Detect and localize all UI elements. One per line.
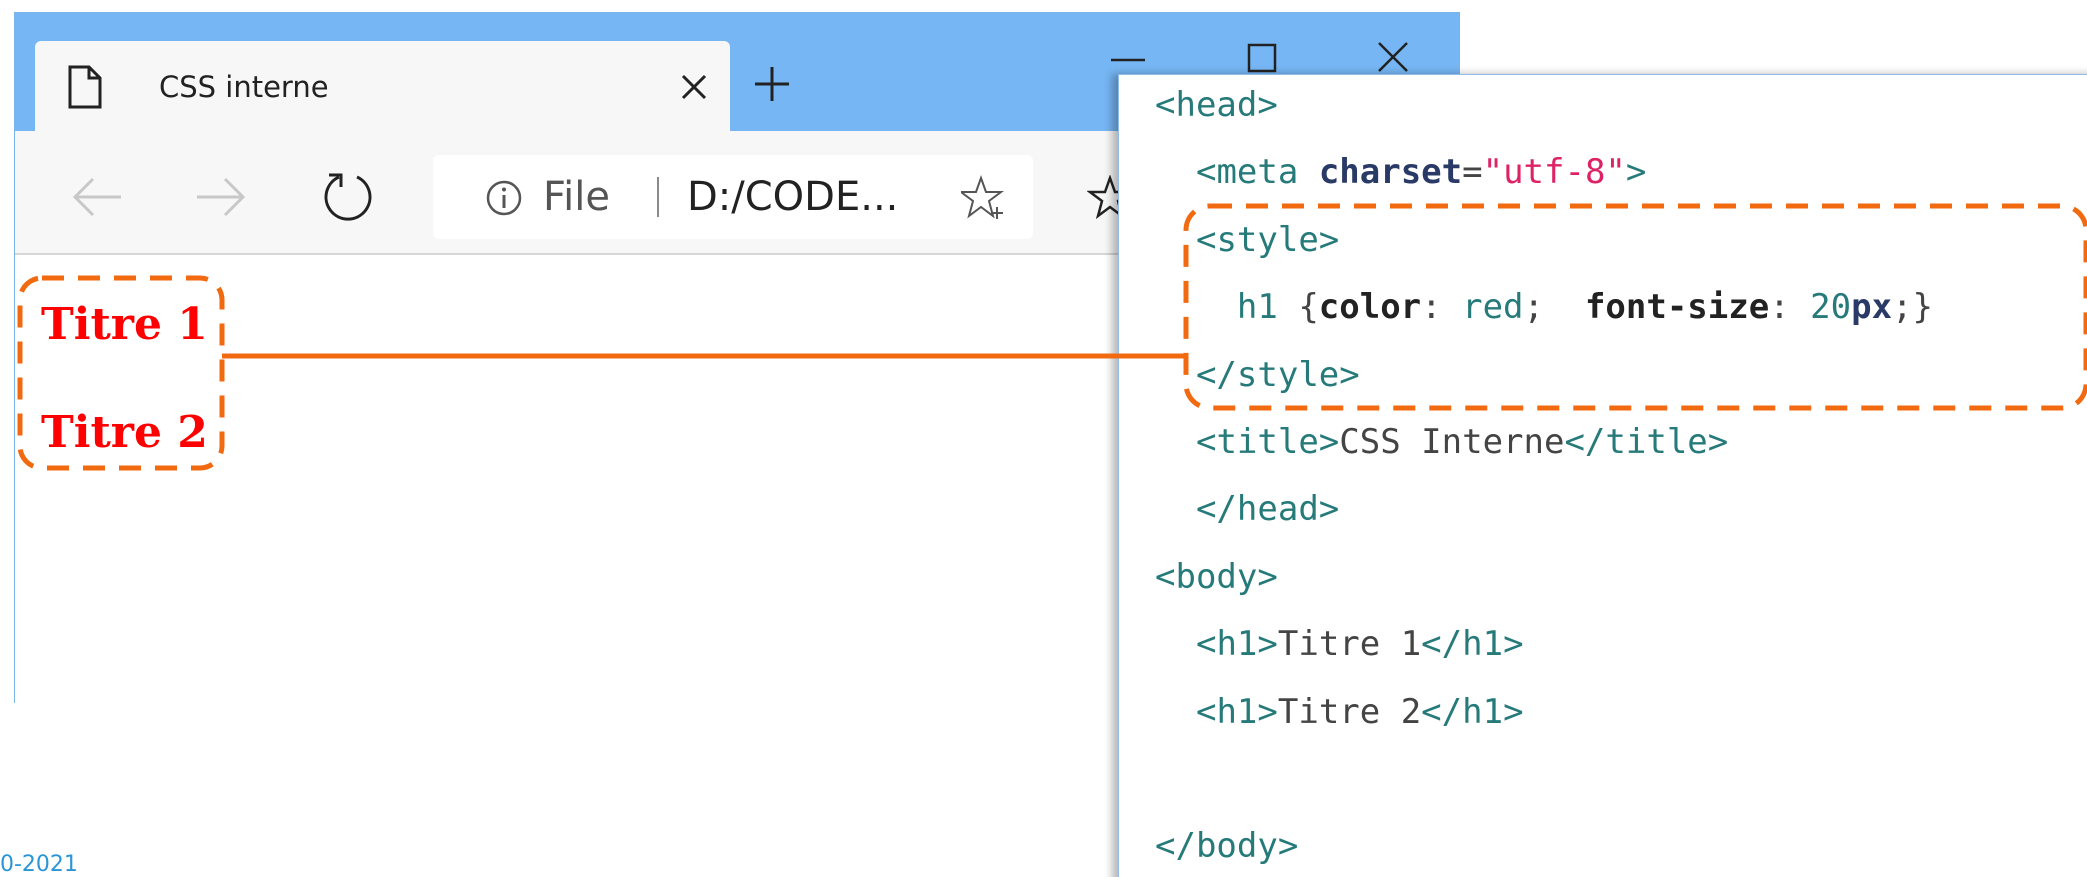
- code-token: </: [1195, 489, 1237, 530]
- code-token: </: [1421, 691, 1463, 732]
- code-token: title: [1216, 422, 1319, 462]
- code-token: color: [1318, 287, 1422, 328]
- plus-icon[interactable]: [753, 65, 791, 103]
- arrow-right-icon[interactable]: [195, 175, 247, 219]
- code-token: </: [1421, 624, 1463, 665]
- code-token: font-size: [1584, 287, 1770, 328]
- info-icon[interactable]: [485, 179, 523, 217]
- code-token: :: [1769, 287, 1811, 328]
- code-token: >: [1625, 152, 1647, 193]
- code-line: <h1>Titre 2</h1>: [1155, 684, 1524, 740]
- code-token: <: [1195, 691, 1217, 732]
- code-line: </body>: [1155, 818, 1298, 874]
- code-token: 20: [1810, 287, 1852, 328]
- code-token: title: [1605, 422, 1708, 462]
- code-token: >: [1257, 691, 1278, 732]
- code-line: <body>: [1155, 549, 1278, 605]
- code-line: <head>: [1155, 77, 1278, 133]
- close-icon[interactable]: [680, 73, 708, 101]
- code-token: h1: [1236, 287, 1278, 328]
- code-token: "utf-8": [1482, 152, 1626, 193]
- code-token: Titre 2: [1277, 691, 1422, 732]
- code-token: <: [1195, 422, 1217, 462]
- tab-title: CSS interne: [159, 70, 329, 104]
- code-token: h1: [1216, 691, 1258, 732]
- arrow-left-icon[interactable]: [71, 175, 123, 219]
- code-token: <: [1195, 152, 1217, 193]
- code-token: {: [1277, 287, 1319, 328]
- code-token: h1: [1462, 691, 1504, 732]
- address-scheme-label: File: [543, 174, 610, 220]
- code-token: >: [1277, 826, 1299, 867]
- code-token: :: [1421, 287, 1463, 328]
- window-close-icon[interactable]: [1377, 41, 1409, 73]
- code-token: style: [1216, 219, 1319, 260]
- code-token: CSS Interne: [1339, 422, 1565, 462]
- code-line: h1 {color: red; font-size: 20px;}: [1155, 279, 1933, 335]
- code-token: charset: [1318, 152, 1463, 193]
- maximize-icon[interactable]: [1247, 43, 1277, 73]
- code-token: >: [1257, 556, 1278, 597]
- rendered-heading-2: Titre 2: [41, 407, 208, 458]
- code-token: ;}: [1892, 287, 1933, 328]
- tab-css-interne[interactable]: CSS interne: [35, 41, 730, 133]
- code-token: head: [1175, 85, 1258, 125]
- code-token: <: [1155, 85, 1176, 125]
- address-divider: [657, 177, 659, 217]
- code-line: </style>: [1155, 347, 1360, 403]
- code-token: >: [1339, 354, 1360, 395]
- code-token: <: [1195, 624, 1217, 665]
- code-line: <meta charset="utf-8">: [1155, 144, 1646, 200]
- code-token: </: [1564, 422, 1606, 462]
- code-token: red: [1462, 287, 1524, 328]
- code-token: meta: [1216, 152, 1299, 193]
- address-bar[interactable]: File D:/CODE...: [433, 155, 1033, 239]
- code-token: >: [1503, 691, 1524, 732]
- page-icon: [68, 65, 102, 109]
- code-token: body: [1175, 556, 1258, 597]
- code-line: <h1>Titre 1</h1>: [1155, 616, 1524, 672]
- code-token: style: [1236, 354, 1340, 395]
- code-token: >: [1318, 489, 1340, 530]
- code-token: </: [1155, 826, 1196, 867]
- code-token: body: [1195, 826, 1278, 867]
- code-line: <style>: [1155, 212, 1339, 268]
- minimize-icon[interactable]: [1111, 57, 1145, 63]
- code-token: >: [1318, 219, 1340, 260]
- code-token: >: [1503, 624, 1524, 665]
- code-token: px: [1851, 287, 1893, 328]
- code-token: >: [1257, 624, 1278, 665]
- reload-icon[interactable]: [321, 169, 375, 223]
- star-plus-icon[interactable]: [961, 175, 1007, 221]
- code-token: >: [1707, 422, 1729, 462]
- code-token: h1: [1462, 624, 1504, 665]
- rendered-heading-1: Titre 1: [41, 299, 208, 350]
- code-token: head: [1236, 489, 1319, 530]
- code-line: </head>: [1155, 481, 1339, 537]
- code-token: <: [1155, 556, 1176, 597]
- code-token: =: [1462, 152, 1483, 193]
- code-token: >: [1318, 422, 1340, 462]
- code-token: >: [1257, 85, 1278, 125]
- footer-date: 0-2021: [0, 852, 78, 877]
- code-token: </: [1195, 354, 1237, 395]
- code-token: Titre 1: [1277, 624, 1422, 665]
- address-url[interactable]: D:/CODE...: [687, 155, 898, 239]
- code-token: h1: [1216, 624, 1258, 665]
- code-token: <: [1195, 219, 1217, 260]
- code-token: ;: [1523, 287, 1585, 328]
- code-panel: <head> <meta charset="utf-8"> <style> h1…: [1118, 74, 2087, 877]
- code-line: <title>CSS Interne</title>: [1155, 414, 1728, 470]
